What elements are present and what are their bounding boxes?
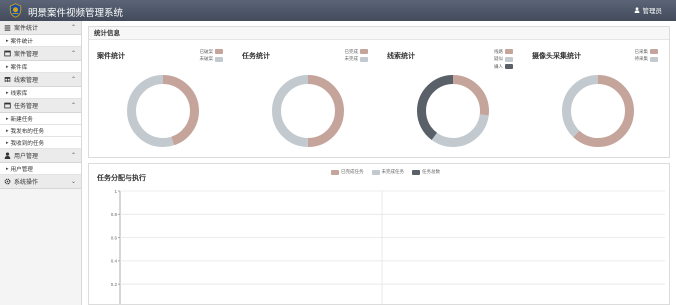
legend-swatch bbox=[215, 56, 223, 62]
legend-label: 已采集 bbox=[634, 48, 649, 54]
sidebar-item[interactable]: 我发布的任务 bbox=[0, 125, 81, 137]
bar-chart-icon bbox=[4, 24, 11, 31]
sidebar-item[interactable]: 新建任务 bbox=[0, 113, 81, 125]
main-content: 统计信息 案件统计 已破案 未破案 任务统计 已完成 未完成 线索统计 线路 疑似 嫌人 摄像头采集… bbox=[88, 26, 670, 305]
stat-card-legend: 线路 疑似 嫌人 bbox=[494, 48, 513, 71]
stat-card-title: 案件统计 bbox=[97, 53, 125, 60]
chevron-down-icon: ⌄ bbox=[70, 179, 76, 185]
legend-entry[interactable]: 线路 bbox=[494, 48, 513, 56]
table-icon bbox=[4, 76, 11, 83]
stat-card: 案件统计 已破案未破案 bbox=[89, 43, 229, 153]
gear-icon bbox=[4, 178, 11, 185]
user-menu[interactable]: 管理员 bbox=[634, 5, 663, 15]
stat-card-legend: 已完成 未完成 bbox=[344, 48, 368, 64]
sidebar-item[interactable]: 线索库 bbox=[0, 87, 81, 99]
donut-chart bbox=[417, 75, 489, 147]
stat-card: 摄像头采集统计 已采集待采集 bbox=[524, 43, 664, 153]
legend-entry[interactable]: 已破案 bbox=[199, 48, 223, 56]
chevron-up-icon: ⌃ bbox=[70, 51, 76, 57]
sidebar-item[interactable]: 用户管理 bbox=[0, 163, 81, 175]
chevron-up-icon: ⌃ bbox=[70, 153, 76, 159]
legend-swatch bbox=[650, 49, 658, 55]
sidebar-group-5[interactable]: 系统操作 ⌄ bbox=[0, 175, 81, 189]
y-tick-label: 0.2 bbox=[111, 282, 118, 287]
task-chart-panel: 任务分配与执行 已完成任务 未完成任务 任务总数 1 0.8 0.6 0.4 0.2 bbox=[88, 163, 670, 305]
sidebar-item[interactable]: 案件统计 bbox=[0, 35, 81, 47]
legend-swatch bbox=[505, 64, 513, 70]
legend-label: 未破案 bbox=[199, 56, 214, 62]
stat-card: 任务统计 已完成未完成 bbox=[234, 43, 374, 153]
donut-chart bbox=[127, 75, 199, 147]
sidebar-group-2[interactable]: 线索管理 ⌃ bbox=[0, 73, 81, 87]
sidebar-group-label: 任务管理 bbox=[14, 104, 39, 110]
y-tick-label: 0.6 bbox=[111, 235, 118, 240]
chevron-up-icon: ⌃ bbox=[70, 25, 76, 31]
sidebar-item[interactable]: 案件库 bbox=[0, 61, 81, 73]
legend-entry[interactable]: 嫌人 bbox=[494, 63, 513, 71]
user-icon bbox=[4, 152, 11, 159]
stat-card-title: 摄像头采集统计 bbox=[532, 53, 581, 60]
list-icon bbox=[4, 50, 11, 57]
sidebar-group-label: 用户管理 bbox=[14, 154, 39, 160]
donut-chart bbox=[562, 75, 634, 147]
legend-label: 线路 bbox=[494, 48, 503, 54]
chevron-up-icon: ⌃ bbox=[70, 103, 76, 109]
legend-entry[interactable]: 疑似 bbox=[494, 56, 513, 64]
legend-label: 疑似 bbox=[494, 56, 503, 62]
stat-card-title: 任务统计 bbox=[242, 53, 270, 60]
legend-entry[interactable]: 未破案 bbox=[199, 56, 223, 64]
legend-label: 嫌人 bbox=[494, 63, 503, 69]
sidebar-group-4[interactable]: 用户管理 ⌃ bbox=[0, 149, 81, 163]
top-bar: 明景案件视频管理系统 管理员 bbox=[0, 0, 676, 21]
legend-swatch bbox=[360, 49, 368, 55]
legend-swatch bbox=[505, 49, 513, 55]
chevron-up-icon: ⌃ bbox=[70, 77, 76, 83]
legend-entry[interactable]: 未完成 bbox=[344, 56, 368, 64]
legend-label: 待采集 bbox=[634, 56, 649, 62]
stats-panel-title: 统计信息 bbox=[89, 27, 669, 40]
sidebar-group-label: 案件统计 bbox=[14, 26, 39, 32]
sidebar-group-0[interactable]: 案件统计 ⌃ bbox=[0, 21, 81, 35]
legend-label: 未完成 bbox=[344, 56, 359, 62]
y-tick-label: 0.8 bbox=[111, 212, 118, 217]
user-icon bbox=[634, 7, 639, 13]
legend-swatch bbox=[505, 56, 513, 62]
donut-chart bbox=[272, 75, 344, 147]
y-tick-label: 0.4 bbox=[111, 259, 118, 264]
legend-entry[interactable]: 已完成 bbox=[344, 48, 368, 56]
stats-panel: 统计信息 案件统计 已破案 未破案 任务统计 已完成 未完成 线索统计 线路 疑似 嫌人 摄像头采集… bbox=[88, 26, 670, 158]
app-title: 明景案件视频管理系统 bbox=[28, 8, 124, 19]
sidebar-group-3[interactable]: 任务管理 ⌃ bbox=[0, 99, 81, 113]
stat-card-legend: 已采集 待采集 bbox=[634, 48, 658, 64]
legend-swatch bbox=[215, 49, 223, 55]
legend-label: 已破案 bbox=[199, 48, 214, 54]
stat-card-legend: 已破案 未破案 bbox=[199, 48, 223, 64]
list-icon bbox=[4, 102, 11, 109]
legend-swatch bbox=[360, 56, 368, 62]
task-chart-plot: 1 0.8 0.6 0.4 0.2 bbox=[111, 189, 665, 304]
stat-card: 线索统计 线路疑似 嫌人 bbox=[379, 43, 519, 153]
sidebar-group-label: 系统操作 bbox=[14, 180, 39, 186]
legend-entry[interactable]: 待采集 bbox=[634, 56, 658, 64]
legend-swatch bbox=[650, 56, 658, 62]
y-tick-label: 1 bbox=[114, 189, 117, 194]
user-name: 管理员 bbox=[642, 8, 663, 15]
legend-entry[interactable]: 已采集 bbox=[634, 48, 658, 56]
stat-card-title: 线索统计 bbox=[387, 53, 415, 60]
sidebar-group-1[interactable]: 案件管理 ⌃ bbox=[0, 47, 81, 61]
sidebar-item[interactable]: 我收到的任务 bbox=[0, 137, 81, 149]
police-badge-icon bbox=[9, 3, 22, 18]
sidebar-group-label: 线索管理 bbox=[14, 78, 39, 84]
sidebar: 案件统计 ⌃ 案件统计案件管理 ⌃ 案件库线索管理 ⌃ 线索库任务管理 ⌃ 新建任务我发布的任务… bbox=[0, 21, 82, 305]
sidebar-group-label: 案件管理 bbox=[14, 52, 39, 58]
legend-label: 已完成 bbox=[344, 48, 359, 54]
